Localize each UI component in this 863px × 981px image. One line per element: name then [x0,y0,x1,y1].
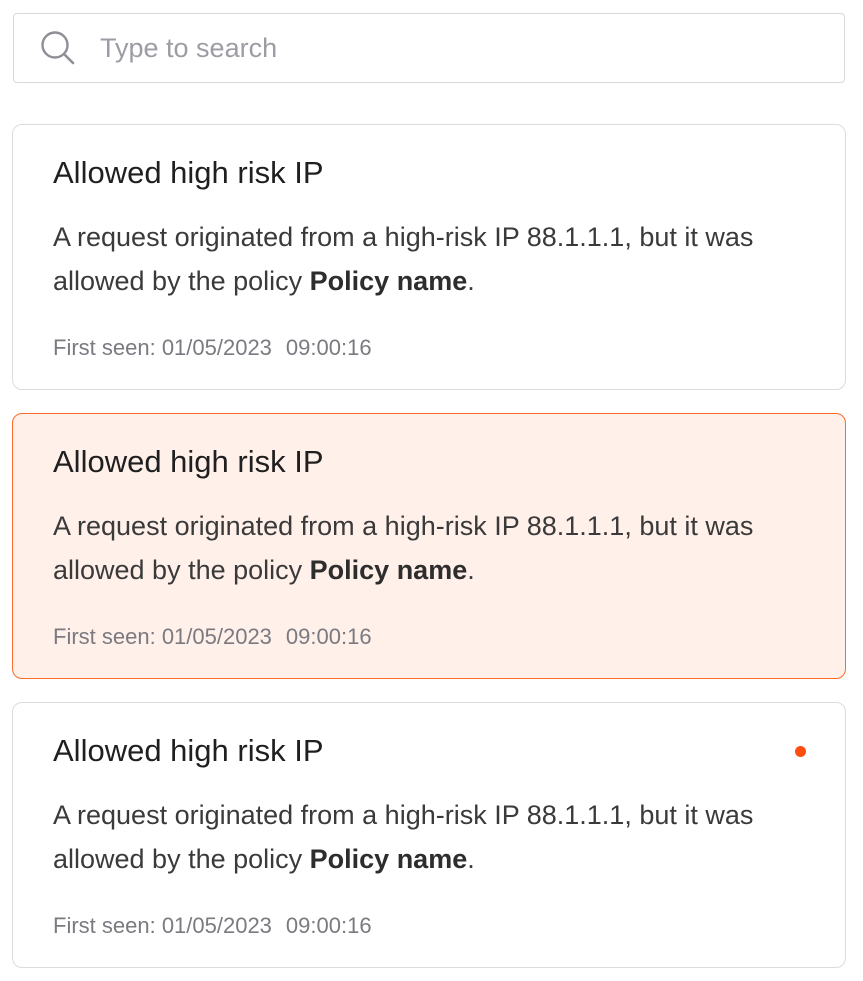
search-input[interactable] [100,28,800,68]
alert-description-end: . [467,844,475,874]
alert-card[interactable]: Allowed high risk IP A request originate… [12,702,846,968]
first-seen: First seen: 01/05/2023 09:00:16 [53,333,372,363]
first-seen-time: 09:00:16 [285,335,372,360]
first-seen: First seen: 01/05/2023 09:00:16 [53,622,372,652]
search-icon [38,28,78,68]
first-seen-date: 01/05/2023 [161,913,272,938]
alert-title: Allowed high risk IP [53,155,324,190]
first-seen-label: First seen: [53,913,162,938]
alert-card-selected[interactable]: Allowed high risk IP A request originate… [12,413,846,679]
policy-name: Policy name [309,266,468,296]
alert-card[interactable]: Allowed high risk IP A request originate… [12,124,846,390]
alert-title: Allowed high risk IP [53,733,324,768]
alert-description-end: . [467,555,475,585]
policy-name: Policy name [309,844,468,874]
unread-dot-icon [795,746,806,757]
alert-title: Allowed high risk IP [53,444,324,479]
alert-description: A request originated from a high-risk IP… [53,793,813,881]
first-seen-date: 01/05/2023 [161,624,272,649]
search-box[interactable] [13,13,845,83]
policy-name: Policy name [309,555,468,585]
first-seen-time: 09:00:16 [285,624,372,649]
alert-description-end: . [467,266,475,296]
first-seen: First seen: 01/05/2023 09:00:16 [53,911,372,941]
alert-description: A request originated from a high-risk IP… [53,215,813,303]
first-seen-date: 01/05/2023 [161,335,272,360]
first-seen-time: 09:00:16 [285,913,372,938]
first-seen-label: First seen: [53,624,162,649]
first-seen-label: First seen: [53,335,162,360]
alert-description: A request originated from a high-risk IP… [53,504,813,592]
